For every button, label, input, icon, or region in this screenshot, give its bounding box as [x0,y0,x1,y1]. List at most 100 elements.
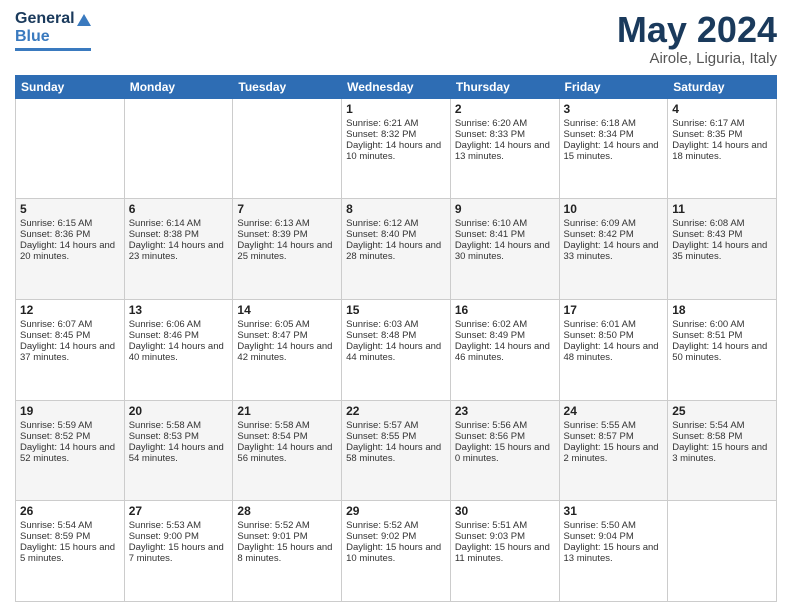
day-number: 28 [237,504,337,518]
calendar-cell: 3Sunrise: 6:18 AMSunset: 8:34 PMDaylight… [559,98,668,199]
day-info: Daylight: 14 hours and 13 minutes. [455,140,555,162]
header-row: Sunday Monday Tuesday Wednesday Thursday… [16,75,777,98]
day-info: Sunset: 8:32 PM [346,129,446,140]
col-monday: Monday [124,75,233,98]
calendar-cell: 1Sunrise: 6:21 AMSunset: 8:32 PMDaylight… [342,98,451,199]
day-info: Sunset: 8:59 PM [20,531,120,542]
day-info: Daylight: 15 hours and 7 minutes. [129,542,229,564]
day-info: Sunset: 8:58 PM [672,431,772,442]
day-number: 24 [564,404,664,418]
day-info: Daylight: 14 hours and 54 minutes. [129,442,229,464]
day-number: 22 [346,404,446,418]
day-info: Sunrise: 5:58 AM [129,420,229,431]
day-number: 15 [346,303,446,317]
day-info: Sunrise: 5:56 AM [455,420,555,431]
calendar-cell: 8Sunrise: 6:12 AMSunset: 8:40 PMDaylight… [342,199,451,300]
day-info: Sunset: 9:01 PM [237,531,337,542]
calendar-week-2: 5Sunrise: 6:15 AMSunset: 8:36 PMDaylight… [16,199,777,300]
day-info: Sunrise: 6:06 AM [129,319,229,330]
day-number: 20 [129,404,229,418]
day-number: 5 [20,202,120,216]
day-number: 19 [20,404,120,418]
calendar-cell [16,98,125,199]
day-number: 16 [455,303,555,317]
day-info: Sunrise: 6:15 AM [20,218,120,229]
logo: General Blue [15,10,91,51]
day-info: Sunset: 8:49 PM [455,330,555,341]
logo-triangle-icon [77,14,91,26]
day-info: Daylight: 14 hours and 33 minutes. [564,240,664,262]
title-block: May 2024 Airole, Liguria, Italy [617,10,777,67]
day-info: Daylight: 14 hours and 20 minutes. [20,240,120,262]
day-info: Sunset: 9:04 PM [564,531,664,542]
day-info: Sunrise: 6:10 AM [455,218,555,229]
day-number: 13 [129,303,229,317]
day-number: 7 [237,202,337,216]
day-info: Daylight: 15 hours and 13 minutes. [564,542,664,564]
day-info: Sunrise: 6:18 AM [564,118,664,129]
calendar-cell: 5 Sunrise: 6:15 AMSunset: 8:36 PMDaylight… [16,199,125,300]
calendar-cell: 25Sunrise: 5:54 AMSunset: 8:58 PMDayligh… [668,400,777,501]
day-info: Daylight: 14 hours and 23 minutes. [129,240,229,262]
day-number: 31 [564,504,664,518]
day-info: Sunset: 8:55 PM [346,431,446,442]
day-number: 10 [564,202,664,216]
day-number: 1 [346,102,446,116]
col-sunday: Sunday [16,75,125,98]
page: General Blue May 2024 Airole, Liguria, I… [0,0,792,612]
day-info: Sunset: 8:38 PM [129,229,229,240]
day-info: Sunrise: 6:21 AM [346,118,446,129]
day-number: 6 [129,202,229,216]
day-info: Daylight: 14 hours and 46 minutes. [455,341,555,363]
day-info: Sunrise: 5:57 AM [346,420,446,431]
calendar-cell: 29Sunrise: 5:52 AMSunset: 9:02 PMDayligh… [342,501,451,602]
day-info: Daylight: 14 hours and 58 minutes. [346,442,446,464]
calendar-cell: 11Sunrise: 6:08 AMSunset: 8:43 PMDayligh… [668,199,777,300]
day-info: Daylight: 14 hours and 52 minutes. [20,442,120,464]
day-info: Sunrise: 6:13 AM [237,218,337,229]
calendar-cell: 28Sunrise: 5:52 AMSunset: 9:01 PMDayligh… [233,501,342,602]
day-info: Sunrise: 6:05 AM [237,319,337,330]
day-number: 3 [564,102,664,116]
col-tuesday: Tuesday [233,75,342,98]
day-info: Sunrise: 5:53 AM [129,520,229,531]
day-info: Sunrise: 5:59 AM [20,420,120,431]
day-info: Daylight: 14 hours and 28 minutes. [346,240,446,262]
day-info: Daylight: 15 hours and 8 minutes. [237,542,337,564]
calendar-cell: 31Sunrise: 5:50 AMSunset: 9:04 PMDayligh… [559,501,668,602]
day-info: Sunset: 8:57 PM [564,431,664,442]
day-number: 17 [564,303,664,317]
calendar-location: Airole, Liguria, Italy [617,50,777,67]
day-number: 18 [672,303,772,317]
day-info: Daylight: 14 hours and 25 minutes. [237,240,337,262]
day-info: Sunrise: 6:17 AM [672,118,772,129]
day-info: Daylight: 14 hours and 44 minutes. [346,341,446,363]
calendar-cell: 21Sunrise: 5:58 AMSunset: 8:54 PMDayligh… [233,400,342,501]
col-wednesday: Wednesday [342,75,451,98]
day-info: Daylight: 15 hours and 10 minutes. [346,542,446,564]
logo-general-text: General [15,10,75,28]
day-info: Sunset: 9:02 PM [346,531,446,542]
day-info: Sunrise: 6:07 AM [20,319,120,330]
day-info: Daylight: 15 hours and 0 minutes. [455,442,555,464]
day-info: Daylight: 14 hours and 56 minutes. [237,442,337,464]
day-info: Sunset: 8:51 PM [672,330,772,341]
day-info: Sunrise: 6:03 AM [346,319,446,330]
calendar-week-5: 26Sunrise: 5:54 AMSunset: 8:59 PMDayligh… [16,501,777,602]
day-info: Daylight: 14 hours and 37 minutes. [20,341,120,363]
day-info: Sunset: 8:43 PM [672,229,772,240]
day-info: Sunrise: 6:00 AM [672,319,772,330]
day-info: Sunset: 8:33 PM [455,129,555,140]
calendar-cell: 27Sunrise: 5:53 AMSunset: 9:00 PMDayligh… [124,501,233,602]
day-info: Sunset: 8:36 PM [20,229,120,240]
day-info: Sunset: 8:41 PM [455,229,555,240]
day-number: 30 [455,504,555,518]
day-info: Sunrise: 5:58 AM [237,420,337,431]
calendar-cell: 7Sunrise: 6:13 AMSunset: 8:39 PMDaylight… [233,199,342,300]
calendar-cell [668,501,777,602]
calendar-cell: 10Sunrise: 6:09 AMSunset: 8:42 PMDayligh… [559,199,668,300]
day-number: 12 [20,303,120,317]
day-number: 14 [237,303,337,317]
logo-underline [15,48,91,51]
calendar-cell: 14Sunrise: 6:05 AMSunset: 8:47 PMDayligh… [233,299,342,400]
